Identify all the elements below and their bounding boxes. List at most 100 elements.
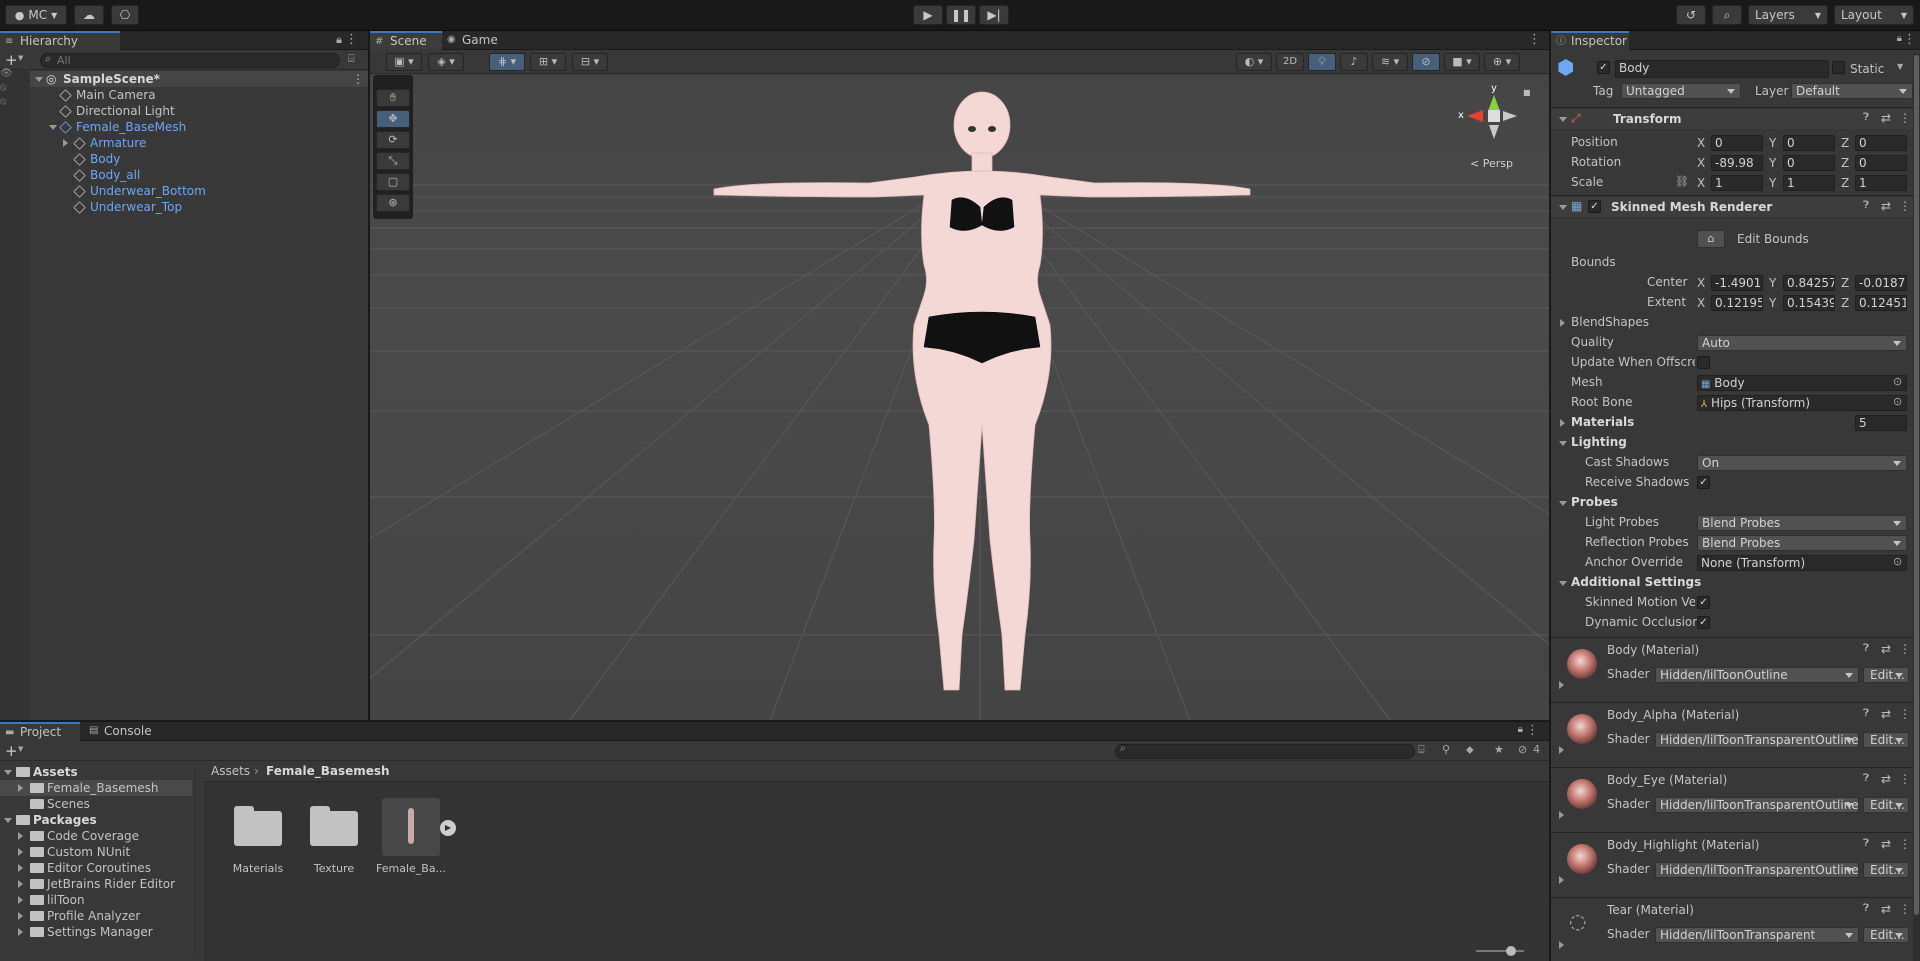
audio-toggle[interactable]: ♪ (1340, 53, 1368, 71)
collapsed-icon[interactable] (1559, 811, 1564, 819)
gizmos-dropdown[interactable]: ⊕ ▾ (1484, 53, 1520, 71)
shader-dropdown[interactable]: Hidden/lilToonTransparent (1655, 927, 1859, 943)
more-icon[interactable]: ⋮ (1899, 837, 1911, 851)
hierarchy-item[interactable]: Body_all (30, 167, 368, 183)
collapsed-icon[interactable] (18, 848, 23, 856)
neg-x-cone[interactable] (1503, 111, 1517, 121)
tree-item-female-basemesh[interactable]: Female_Basemesh (0, 780, 192, 796)
step-button[interactable]: ▶| (979, 5, 1009, 25)
tree-item-packages[interactable]: Packages (0, 812, 196, 828)
rotate-tool[interactable]: ⟳ (376, 131, 410, 149)
layer-dropdown[interactable]: Default (1791, 83, 1913, 99)
tab-scene[interactable]: # Scene (370, 31, 442, 50)
smr-enabled-checkbox[interactable]: ✓ (1588, 200, 1601, 213)
gizmo-center[interactable] (1488, 110, 1500, 122)
smr-header[interactable]: ▦ ✓ Skinned Mesh Renderer ❓︎ ⇄ ⋮ (1551, 197, 1920, 217)
search-by-type-icon[interactable]: ⌸ (1418, 743, 1425, 757)
add-icon[interactable]: + (5, 51, 18, 69)
center-z[interactable]: -0.0187 (1855, 275, 1907, 291)
tree-item-package[interactable]: Code Coverage (0, 828, 196, 844)
help-icon[interactable]: ❓︎ (1863, 838, 1869, 849)
transform-tool[interactable]: ⊛ (376, 194, 410, 212)
lock-icon[interactable]: 🔒︎ (1897, 33, 1902, 44)
collapsed-icon[interactable] (1559, 876, 1564, 884)
more-icon[interactable]: ⋮ (1526, 723, 1539, 738)
history-button[interactable]: ↺ (1676, 5, 1706, 25)
hierarchy-item[interactable]: Body (30, 151, 368, 167)
account-dropdown[interactable]: ● MC ▼ (5, 5, 67, 25)
help-icon[interactable]: ❓︎ (1863, 903, 1869, 914)
mesh-field[interactable]: ▦ Body (1697, 375, 1907, 391)
eye-icon[interactable]: ⦸ (0, 82, 7, 93)
more-icon[interactable]: ⋮ (1899, 772, 1911, 786)
tree-item-package[interactable]: Profile Analyzer (0, 908, 196, 924)
hierarchy-item[interactable]: Female_BaseMesh (30, 119, 368, 135)
scale-x[interactable]: 1 (1711, 175, 1763, 191)
rotation-z[interactable]: 0 (1855, 155, 1907, 171)
increment-snap[interactable]: ⊟ ▾ (572, 53, 608, 71)
presets-icon[interactable]: ⇄ (1881, 707, 1891, 721)
help-icon[interactable]: ❓︎ (1863, 773, 1869, 784)
filter-icon[interactable]: ⌸ (348, 52, 355, 66)
star-icon[interactable]: ★ (1494, 743, 1504, 756)
more-icon[interactable]: ⋮ (1899, 642, 1911, 656)
search-button[interactable]: ⌕ (1712, 5, 1742, 25)
cast-shadows-dropdown[interactable]: On (1697, 455, 1907, 471)
help-icon[interactable]: ❓︎ (1863, 708, 1869, 719)
tab-game[interactable]: ◉ Game (442, 31, 512, 50)
collapsed-icon[interactable] (1559, 941, 1564, 949)
rotation-x[interactable]: -89.98 (1711, 155, 1763, 171)
edit-shader-button[interactable]: Edit... (1863, 667, 1909, 683)
orientation-gizmo[interactable]: y x < Persp ■ (1455, 83, 1535, 173)
more-icon[interactable]: ⋮ (1899, 707, 1911, 721)
object-name-field[interactable]: Body (1615, 60, 1829, 78)
collapsed-icon[interactable] (18, 896, 23, 904)
collab-button[interactable]: ⎔ (111, 5, 139, 25)
materials-count-field[interactable]: 5 (1855, 415, 1907, 431)
hierarchy-item[interactable]: Underwear_Bottom (30, 183, 368, 199)
hierarchy-search-input[interactable] (40, 53, 340, 68)
collapsed-icon[interactable] (1559, 746, 1564, 754)
help-icon[interactable]: ❓︎ (1863, 643, 1869, 654)
y-axis-cone[interactable] (1488, 95, 1500, 111)
expand-icon[interactable] (4, 770, 12, 775)
search-by-label-icon[interactable]: ⚲ (1442, 743, 1450, 756)
expand-icon[interactable] (1559, 581, 1567, 586)
shader-dropdown[interactable]: Hidden/lilToonOutline (1655, 667, 1859, 683)
shader-dropdown[interactable]: Hidden/lilToonTransparentOutline (1655, 862, 1859, 878)
camera-dropdown[interactable]: ■ ▾ (1444, 53, 1480, 71)
collapsed-icon[interactable] (18, 880, 23, 888)
draw-mode-dropdown[interactable]: ▣ ▾ (386, 53, 422, 71)
edit-shader-button[interactable]: Edit... (1863, 927, 1909, 943)
add-icon[interactable]: + (5, 742, 18, 760)
tag-dropdown[interactable]: Untagged (1621, 83, 1741, 99)
presets-icon[interactable]: ⇄ (1881, 642, 1891, 656)
play-icon[interactable]: ▶ (440, 820, 456, 836)
breadcrumb-item[interactable]: Female_Basemesh (266, 764, 390, 778)
eye-icon[interactable]: 👁︎ (0, 68, 13, 79)
help-icon[interactable]: ❓︎ (1863, 200, 1869, 211)
tab-project[interactable]: ▬ Project (0, 722, 80, 741)
extent-z[interactable]: 0.12451 (1855, 295, 1907, 311)
root-bone-field[interactable]: ⅄ Hips (Transform) (1697, 395, 1907, 411)
more-icon[interactable]: ⋮ (1528, 32, 1541, 47)
edit-shader-button[interactable]: Edit... (1863, 732, 1909, 748)
expand-icon[interactable] (1559, 501, 1567, 506)
collapsed-icon[interactable] (18, 912, 23, 920)
hierarchy-item[interactable]: Directional Light (30, 103, 368, 119)
project-search-input[interactable] (1115, 744, 1415, 759)
scale-tool[interactable]: ⤡ (376, 152, 410, 170)
expand-icon[interactable] (4, 818, 12, 823)
more-icon[interactable]: ⋮ (1899, 902, 1911, 916)
expand-icon[interactable] (1559, 441, 1567, 446)
presets-icon[interactable]: ⇄ (1881, 199, 1891, 213)
additional-settings-label[interactable]: Additional Settings (1571, 575, 1701, 589)
grid-toggle[interactable]: ⊞ ▾ (530, 53, 566, 71)
anchor-override-field[interactable]: None (Transform) (1697, 555, 1907, 571)
scale-z[interactable]: 1 (1855, 175, 1907, 191)
asset-item[interactable]: ▶ Female_Ba... (376, 798, 456, 880)
chevron-down-icon[interactable]: ▼ (18, 745, 23, 753)
scene-viewport[interactable]: ✋︎ ✥ ⟳ ⤡ ▢ ⊛ y x < Persp ■ (370, 75, 1549, 720)
collapsed-icon[interactable] (18, 864, 23, 872)
hand-tool[interactable]: ✋︎ (376, 89, 410, 107)
